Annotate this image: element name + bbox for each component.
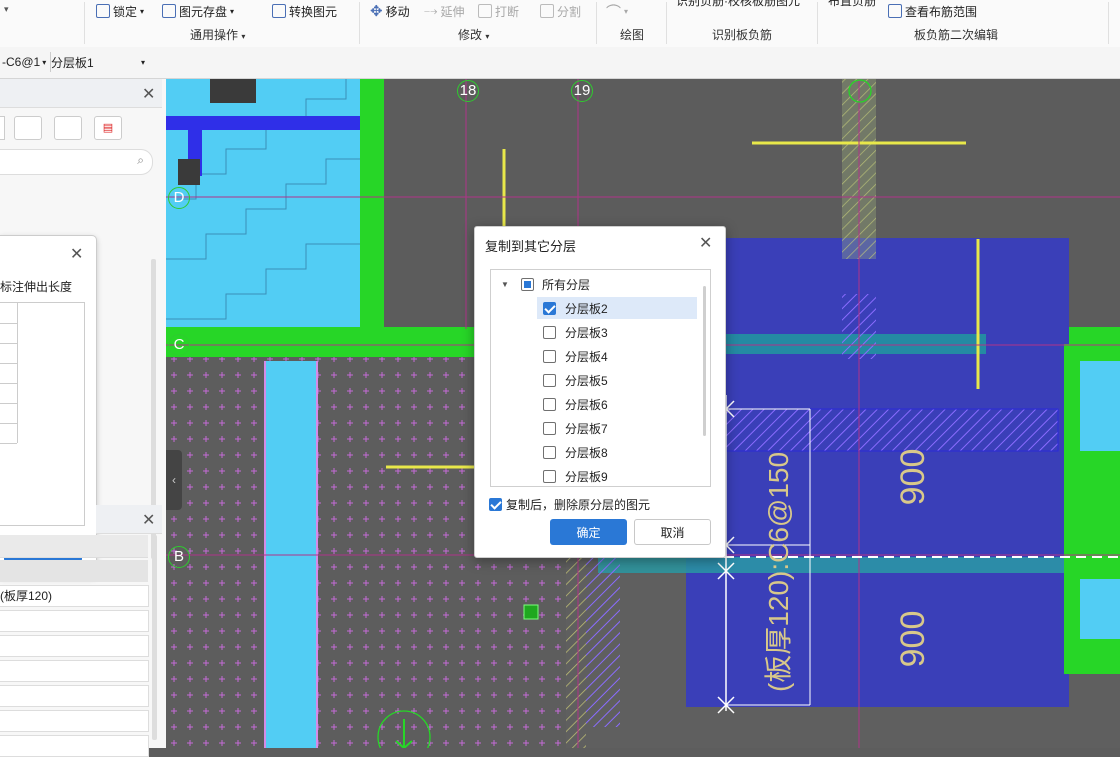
checkbox-layer-3[interactable] — [543, 325, 556, 339]
layer-tree[interactable]: ▼ 所有分层 分层板2 分层板3 分层板4 分层板5 分层板6 分层板7 分层板… — [490, 269, 711, 487]
group-title-modify[interactable]: 修改 ▾ — [458, 26, 489, 43]
tree-root-all-layers[interactable]: ▼ 所有分层 — [501, 273, 590, 295]
cancel-button[interactable]: 取消 — [634, 519, 711, 545]
view-range-button[interactable]: 查看布筋范围 — [888, 2, 977, 20]
axis-label-18[interactable]: 18 — [457, 80, 479, 102]
checkbox-layer-2[interactable] — [543, 301, 556, 315]
move-button[interactable]: ✥ 移动 — [370, 2, 410, 20]
collapse-panel-button[interactable]: ‹ — [166, 450, 182, 510]
green-wall[interactable] — [360, 79, 384, 337]
tree-item-layer-9[interactable]: 分层板9 — [543, 465, 608, 486]
checkbox-layer-9[interactable] — [543, 469, 556, 483]
tree-item-layer-4[interactable]: 分层板4 — [543, 345, 608, 367]
extension-length-label: 标注伸出长度 — [0, 280, 73, 294]
checkbox-delete-original[interactable] — [489, 498, 502, 511]
lock-icon — [96, 4, 110, 18]
split-icon — [540, 4, 554, 18]
group-title-secondary-edit[interactable]: 板负筋二次编辑 — [914, 26, 998, 43]
search-input[interactable]: ⌕ — [0, 149, 153, 175]
list-icon[interactable] — [54, 116, 82, 140]
tree-item-layer-2[interactable]: 分层板2 — [543, 297, 608, 319]
close-icon[interactable]: ✕ — [70, 244, 83, 264]
search-icon: ⌕ — [137, 153, 144, 167]
convert-element-button[interactable]: 转换图元 — [272, 2, 337, 20]
tree-scrollbar[interactable] — [703, 286, 706, 436]
tree-item-layer-6[interactable]: 分层板6 — [543, 393, 608, 415]
dimension-label: 900 — [894, 610, 932, 668]
group-title-general[interactable]: 通用操作 ▾ — [190, 26, 245, 43]
checkbox-layer-5[interactable] — [543, 373, 556, 387]
combo-arrow-icon: ▾ — [140, 57, 145, 67]
delete-original-option[interactable]: 复制后，删除原分层的图元 — [489, 496, 650, 513]
tree-item-layer-7[interactable]: 分层板7 — [543, 417, 608, 439]
copy-to-layers-dialog: 复制到其它分层 ✕ ▼ 所有分层 分层板2 分层板3 分层板4 分层板5 分层板… — [474, 226, 726, 558]
extend-button[interactable]: ⤍ 延伸 — [424, 2, 465, 20]
tree-item-layer-5[interactable]: 分层板5 — [543, 369, 608, 391]
left-panel-area: ✕ ▤ ⌕ ✕ 标注伸出长度 刷新 ⋰ ✕ (板厚120) — [0, 79, 166, 757]
group-title-draw[interactable]: 绘图 — [620, 26, 644, 43]
panel-header — [0, 79, 162, 108]
ok-button[interactable]: 确定 — [550, 519, 627, 545]
save-icon — [162, 4, 176, 18]
checkbox-layer-6[interactable] — [543, 397, 556, 411]
close-icon[interactable]: ✕ — [142, 510, 155, 530]
axis-label-b[interactable]: B — [168, 546, 190, 568]
layer-combo[interactable]: 分层板1 ▾ — [50, 52, 147, 72]
split-button[interactable]: 分割 — [540, 2, 581, 20]
edit-icon[interactable] — [14, 116, 42, 140]
axis-label-19[interactable]: 19 — [571, 80, 593, 102]
view-range-icon — [888, 4, 902, 18]
identify-rebar-cut-label[interactable]: 识别负筋·校核板筋图元 — [676, 0, 800, 9]
checkbox-layer-8[interactable] — [543, 445, 556, 459]
convert-icon — [272, 4, 286, 18]
break-button[interactable]: 打断 — [478, 2, 519, 20]
extend-icon: ⤍ — [424, 3, 438, 18]
list-item[interactable]: (板厚120) — [0, 585, 149, 607]
blue-slab[interactable] — [686, 238, 1069, 707]
draw-arc-button[interactable]: ⌒ ▾ — [606, 2, 628, 21]
ribbon-dropdown-arrow-icon[interactable]: ▾ — [4, 4, 9, 15]
break-icon — [478, 4, 492, 18]
delete-list-icon[interactable]: ▤ — [94, 116, 122, 140]
close-icon[interactable]: ✕ — [142, 84, 155, 104]
tree-expand-icon[interactable]: ▼ — [501, 280, 515, 289]
place-rebar-cut-label[interactable]: 布置负筋 — [828, 0, 876, 9]
panel-toolbar: ▤ — [0, 116, 160, 140]
dimension-label: 900 — [894, 448, 932, 506]
tree-item-layer-3[interactable]: 分层板3 — [543, 321, 608, 343]
checkbox-layer-7[interactable] — [543, 421, 556, 435]
move-icon: ✥ — [370, 3, 383, 20]
axis-label-c[interactable]: C — [168, 334, 190, 356]
tree-item-layer-8[interactable]: 分层板8 — [543, 441, 608, 463]
group-title-identify[interactable]: 识别板负筋 — [712, 26, 772, 43]
extension-table[interactable] — [0, 302, 85, 526]
close-icon[interactable]: ✕ — [699, 233, 712, 253]
combo-arrow-icon: ▾ — [42, 57, 47, 67]
save-element-button[interactable]: 图元存盘 ▾ — [162, 2, 234, 20]
extension-length-dialog: ✕ 标注伸出长度 刷新 ⋰ — [0, 235, 97, 577]
checkbox-all-layers[interactable] — [521, 277, 534, 291]
property-bar: -C6@1 ▾ 分层板1 ▾ — [0, 47, 1120, 79]
dialog-title: 复制到其它分层 — [485, 239, 577, 254]
arc-icon: ⌒ — [606, 3, 622, 21]
scrollbar[interactable] — [152, 535, 157, 740]
axis-label-d[interactable]: D — [168, 187, 190, 209]
rebar-label[interactable]: (板厚120):C6@150 — [762, 427, 796, 717]
ribbon: ▾ 锁定 ▾ 图元存盘 ▾ 转换图元 通用操作 ▾ ✥ 移动 ⤍ 延伸 打断 分割 … — [0, 0, 1120, 48]
lock-button[interactable]: 锁定 ▾ — [96, 2, 144, 20]
checkbox-layer-4[interactable] — [543, 349, 556, 363]
